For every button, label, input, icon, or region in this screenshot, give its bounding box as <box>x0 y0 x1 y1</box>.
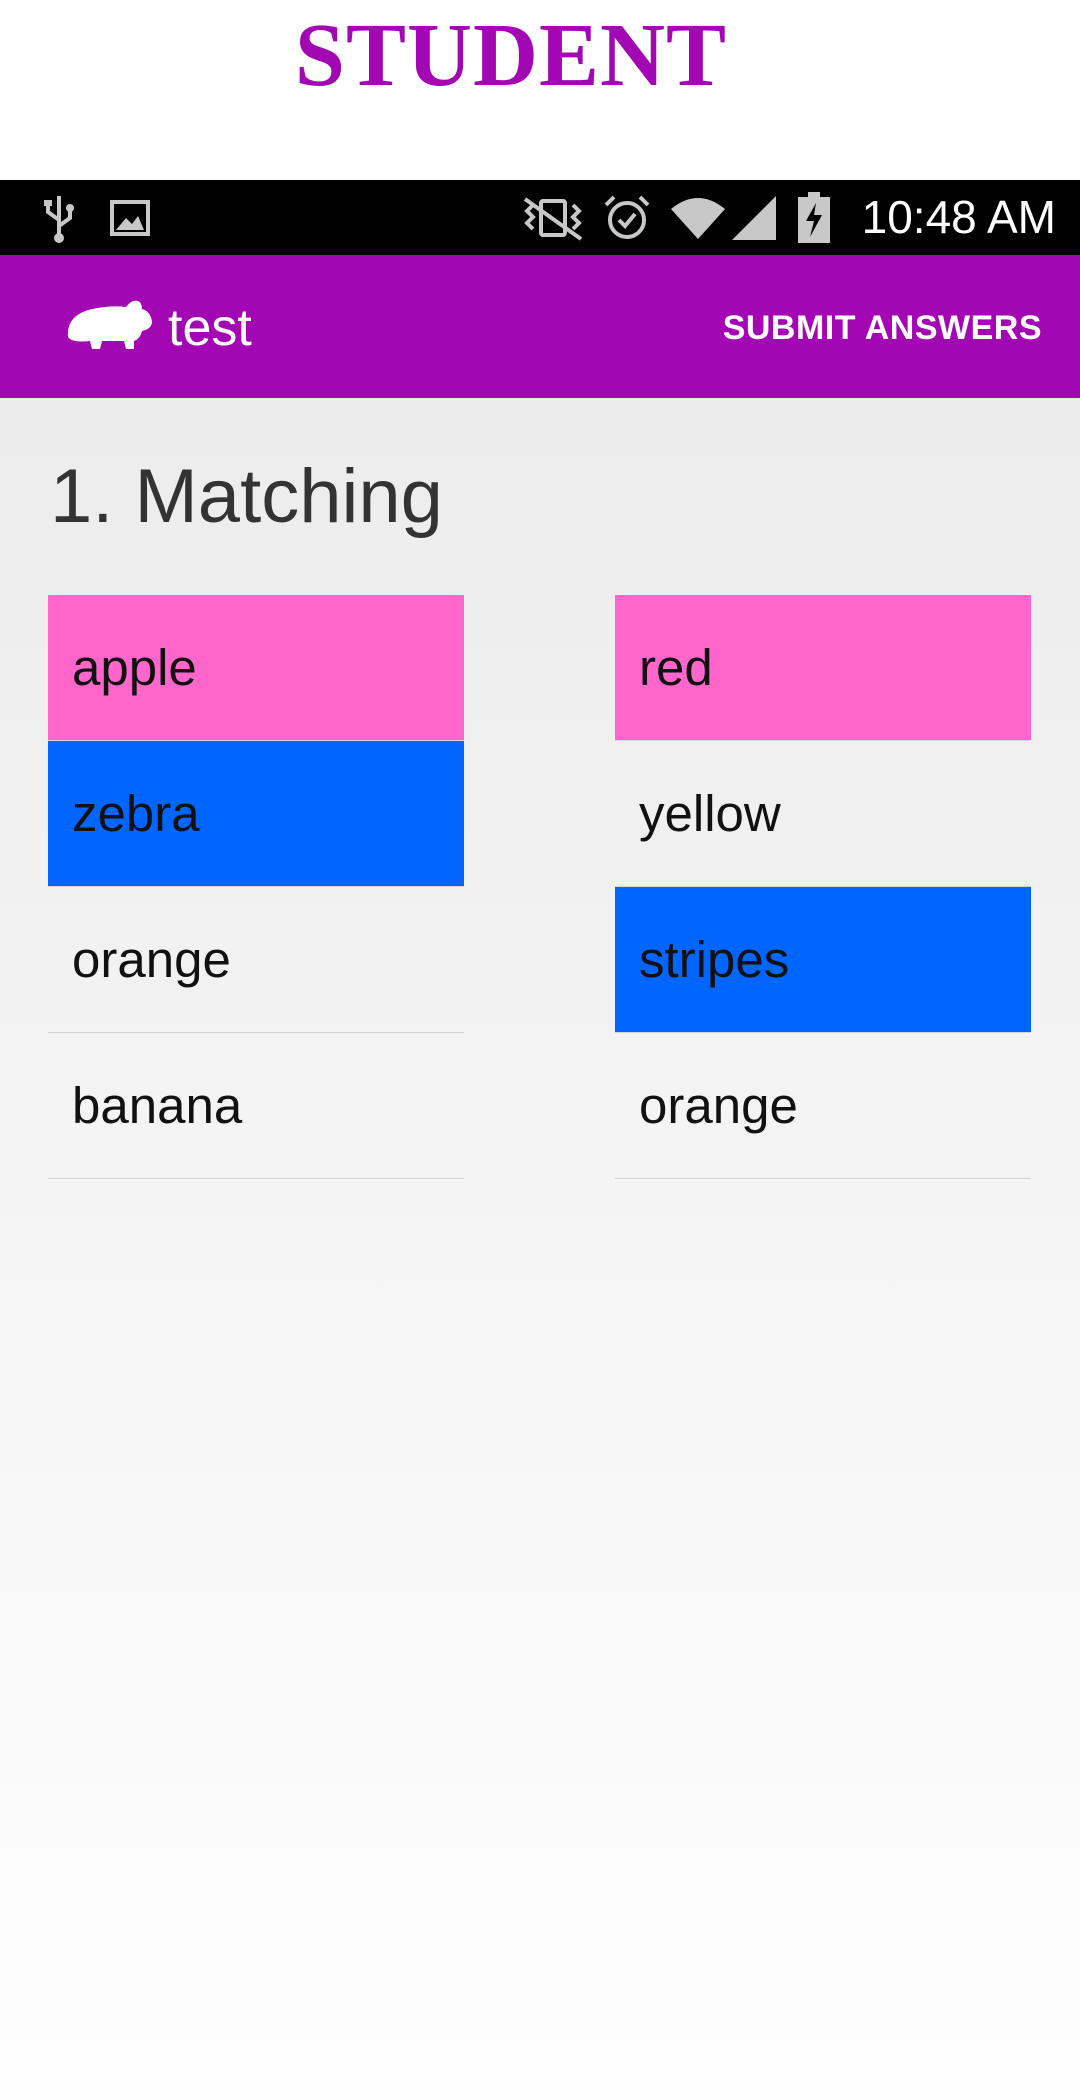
vibrate-icon <box>516 180 590 255</box>
alarm-icon <box>600 180 654 255</box>
signal-icon <box>730 180 778 255</box>
right-match-item-red[interactable]: red <box>615 595 1031 741</box>
hippo-icon <box>62 293 154 357</box>
image-icon <box>108 180 152 255</box>
right-match-item-stripes[interactable]: stripes <box>615 887 1031 1033</box>
left-match-item-apple[interactable]: apple <box>48 595 464 741</box>
submit-answers-button[interactable]: SUBMIT ANSWERS <box>723 255 1042 398</box>
usb-icon <box>36 180 82 255</box>
right-match-item-yellow[interactable]: yellow <box>615 741 1031 887</box>
left-match-item-banana[interactable]: banana <box>48 1033 464 1179</box>
app-bar: test SUBMIT ANSWERS <box>0 255 1080 398</box>
question-content: 1. Matching apple zebra orange banana re… <box>0 398 1080 2100</box>
status-time: 10:48 AM <box>861 191 1056 243</box>
wifi-icon <box>668 180 728 255</box>
question-title: 1. Matching <box>50 454 443 539</box>
left-match-column: apple zebra orange banana <box>48 595 464 1179</box>
right-match-column: red yellow stripes orange <box>615 595 1031 1179</box>
left-match-item-orange[interactable]: orange <box>48 887 464 1033</box>
status-bar: 10:48 AM <box>0 180 1080 255</box>
banner-title: STUDENT <box>294 6 728 105</box>
left-match-item-zebra[interactable]: zebra <box>48 741 464 887</box>
app-title: test <box>168 299 252 357</box>
header-banner: STUDENT <box>0 0 1080 180</box>
battery-charging-icon <box>794 180 834 255</box>
right-match-item-orange[interactable]: orange <box>615 1033 1031 1179</box>
